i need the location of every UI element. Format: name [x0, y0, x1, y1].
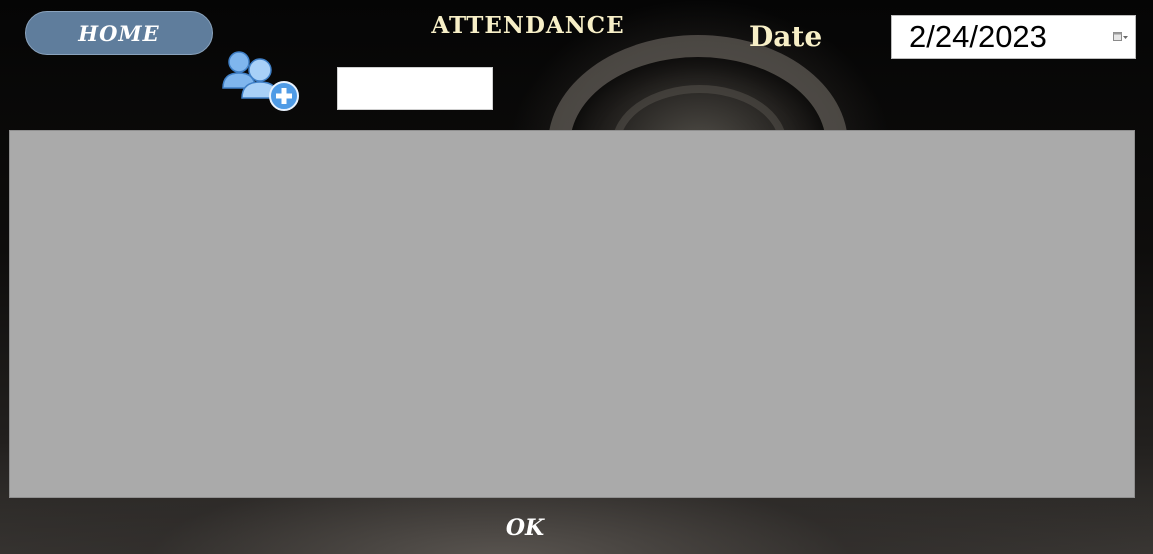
attendance-form: HOME ATTENDANCE Date 2/24/2023 OK	[0, 0, 1153, 554]
home-button[interactable]: HOME	[25, 11, 213, 55]
add-users-icon[interactable]	[220, 48, 306, 112]
date-field[interactable]: 2/24/2023	[891, 15, 1136, 59]
date-label: Date	[749, 20, 823, 53]
ok-button[interactable]: OK	[490, 511, 560, 545]
page-title: ATTENDANCE	[431, 12, 625, 39]
member-id-input[interactable]	[337, 67, 493, 110]
calendar-dropdown-icon[interactable]	[1107, 16, 1135, 58]
attendance-list-panel[interactable]	[9, 130, 1135, 498]
date-value[interactable]: 2/24/2023	[892, 19, 1107, 55]
